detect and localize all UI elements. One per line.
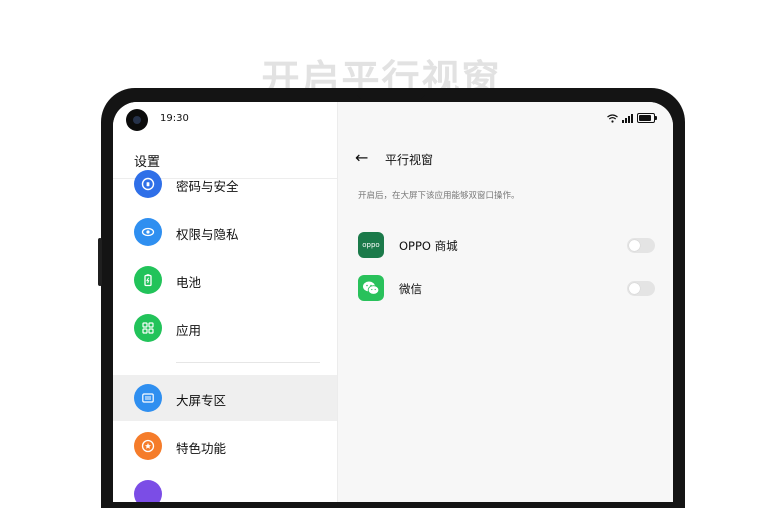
- star-icon: [134, 432, 162, 460]
- back-arrow-icon[interactable]: ←: [355, 148, 368, 167]
- app-row-wechat[interactable]: 微信: [338, 268, 673, 308]
- settings-item-privacy[interactable]: 权限与隐私: [113, 209, 337, 255]
- settings-item-large-screen[interactable]: 大屏专区: [113, 375, 337, 421]
- settings-item-label: 特色功能: [176, 441, 227, 456]
- wifi-icon: [607, 113, 618, 123]
- parallel-window-toggle[interactable]: [627, 238, 655, 253]
- settings-item-apps[interactable]: 应用: [113, 305, 337, 351]
- oppo-store-icon: oppo: [358, 232, 384, 258]
- app-name: OPPO 商城: [399, 239, 458, 253]
- battery-icon: [134, 266, 162, 294]
- parallel-window-toggle[interactable]: [627, 281, 655, 296]
- settings-item-features[interactable]: 特色功能: [113, 423, 337, 469]
- large-screen-icon: [134, 384, 162, 412]
- lock-icon: [134, 170, 162, 198]
- app-row-oppo-store[interactable]: oppo OPPO 商城: [338, 225, 673, 265]
- settings-item-battery[interactable]: 电池: [113, 257, 337, 303]
- settings-item-label: 大屏专区: [176, 393, 227, 408]
- device-side-button: [98, 238, 102, 286]
- wechat-icon: [358, 275, 384, 301]
- status-icons: [607, 113, 657, 123]
- settings-item-security[interactable]: 密码与安全: [113, 161, 337, 207]
- front-camera: [126, 109, 148, 131]
- device-hinge: [356, 88, 426, 100]
- settings-item-label: 应用: [176, 323, 202, 338]
- status-time: 19:30: [160, 113, 189, 124]
- privacy-shield-icon: [134, 218, 162, 246]
- group-divider: [176, 362, 320, 363]
- settings-item-partial[interactable]: [113, 471, 337, 502]
- settings-pane: 19:30 设置 密码与安全 权限与隐私 电池 应用 大屏专区 特色功能: [113, 102, 338, 502]
- signal-icon: [622, 113, 633, 123]
- settings-item-label: 权限与隐私: [176, 227, 239, 242]
- device-screen: 19:30 设置 密码与安全 权限与隐私 电池 应用 大屏专区 特色功能 ← 平…: [113, 102, 673, 502]
- settings-item-label: 密码与安全: [176, 179, 239, 194]
- settings-item-label: 电池: [176, 275, 202, 290]
- parallel-window-pane: ← 平行视窗 开启后，在大屏下该应用能够双窗口操作。 oppo OPPO 商城 …: [338, 102, 673, 502]
- app-icon-partial: [134, 480, 162, 502]
- battery-status-icon: [637, 113, 657, 123]
- description: 开启后，在大屏下该应用能够双窗口操作。: [358, 191, 520, 201]
- app-name: 微信: [399, 282, 422, 296]
- page-title: 平行视窗: [385, 153, 434, 167]
- apps-grid-icon: [134, 314, 162, 342]
